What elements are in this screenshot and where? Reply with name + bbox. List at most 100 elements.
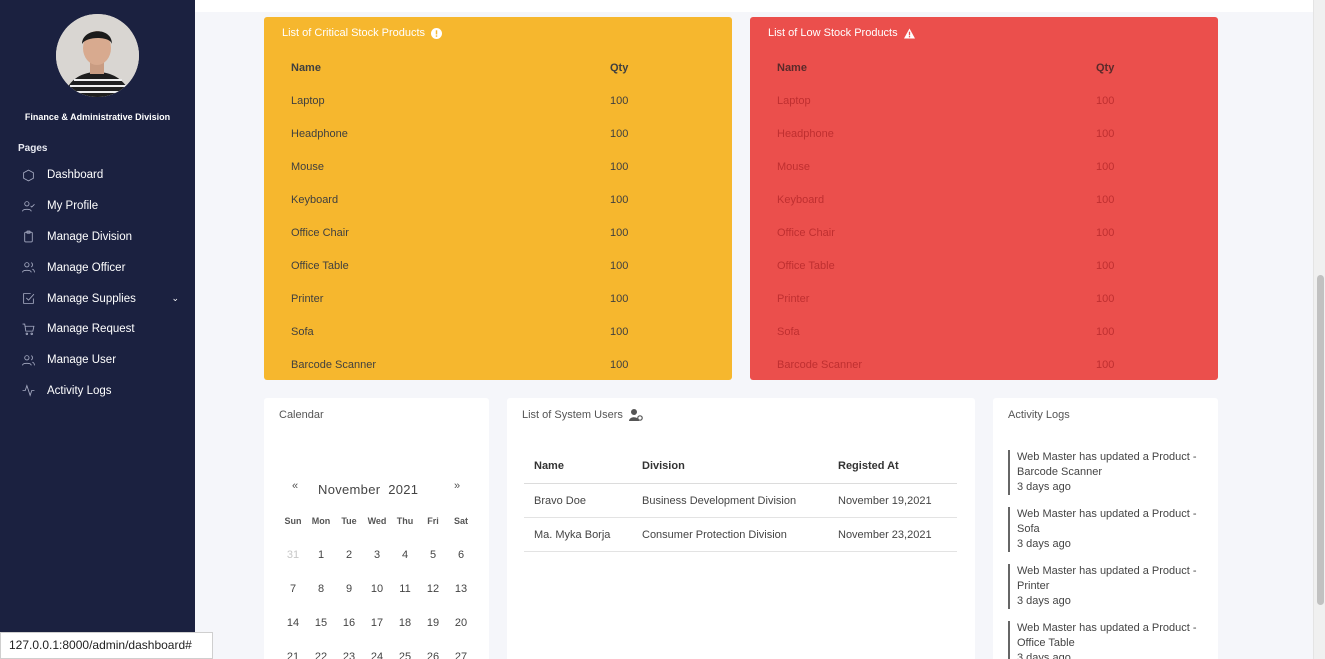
table-row: Printer 100 [291,282,711,315]
product-qty: 100 [1096,226,1115,239]
calendar-day[interactable]: 1 [307,549,335,561]
user-check-icon [21,199,35,213]
critical-stock-table: Name Qty Laptop 100 Headphone 100 Mouse 100… [291,51,711,381]
chevron-down-icon[interactable]: ⌄ [171,293,179,304]
product-name: Office Chair [291,226,349,239]
calendar-day[interactable]: 31 [279,549,307,561]
column-header-registered: Registed At [838,460,899,472]
sidebar-item-manage-request[interactable]: Manage Request [0,314,195,345]
product-qty: 100 [1096,127,1115,140]
sidebar-item-dashboard[interactable]: Dashboard [0,160,195,191]
weekday-label: Sun [284,516,302,526]
calendar-day[interactable]: 9 [335,583,363,595]
calendar-week: 14 15 16 17 18 19 20 [279,606,475,640]
calendar-day[interactable]: 25 [391,651,419,659]
hexagon-icon [21,168,35,182]
calendar-day[interactable]: 4 [391,549,419,561]
calendar-day[interactable]: 12 [419,583,447,595]
calendar-day[interactable]: 13 [447,583,475,595]
product-qty: 100 [610,226,629,239]
product-name: Laptop [777,94,811,107]
card-title: List of System Users [522,409,623,421]
user-registered-at: November 23,2021 [838,528,932,541]
product-qty: 100 [610,292,629,305]
calendar-day[interactable]: 14 [279,617,307,629]
sidebar-item-label: Manage User [47,354,117,367]
calendar-day[interactable]: 22 [307,651,335,659]
critical-stock-card: List of Critical Stock Products Name Qty… [264,17,732,380]
calendar-header: « November 2021 » [264,480,489,498]
column-header-name: Name [534,460,564,472]
system-users-card: List of System Users Name Division Regis… [507,398,975,659]
calendar-day[interactable]: 6 [447,549,475,561]
warning-icon [903,27,915,39]
user-division: Business Development Division [642,494,797,507]
list-item: Web Master has updated a Product - Sofa … [1008,507,1208,552]
calendar-day[interactable]: 16 [335,617,363,629]
calendar-weeks: 31 1 2 3 4 5 6 7 8 9 10 11 12 13 14 15 1… [279,538,475,659]
calendar-day[interactable]: 8 [307,583,335,595]
calendar-next-button[interactable]: » [454,480,460,492]
product-name: Mouse [291,160,325,173]
pages-section-label: Pages [18,143,48,154]
calendar-day[interactable]: 11 [391,583,419,595]
activity-icon [21,384,35,398]
calendar-day[interactable]: 19 [419,617,447,629]
weekday-label: Thu [396,516,414,526]
weekday-label: Mon [311,516,331,526]
product-name: Laptop [291,94,325,107]
scrollbar-thumb[interactable] [1317,275,1324,605]
calendar-day[interactable]: 5 [419,549,447,561]
product-qty: 100 [610,127,629,140]
sidebar-nav: Dashboard My Profile Manage Division Man… [0,160,195,406]
calendar-day[interactable]: 2 [335,549,363,561]
sidebar-item-manage-user[interactable]: Manage User [0,345,195,376]
sidebar-item-my-profile[interactable]: My Profile [0,191,195,222]
sidebar: Finance & Administrative Division Pages … [0,0,195,659]
table-header: Name Division Registed At [524,449,957,484]
calendar-day[interactable]: 21 [279,651,307,659]
product-name: Keyboard [291,193,339,206]
sidebar-item-activity-logs[interactable]: Activity Logs [0,376,195,407]
weekday-label: Wed [367,516,387,526]
sidebar-item-manage-division[interactable]: Manage Division [0,222,195,253]
product-name: Keyboard [777,193,825,206]
table-row: Office Chair 100 [777,216,1197,249]
table-row: Mouse 100 [291,150,711,183]
calendar-prev-button[interactable]: « [292,480,298,492]
critical-stock-title: List of Critical Stock Products [282,27,443,39]
list-item: Web Master has updated a Product - Print… [1008,564,1208,609]
calendar-day[interactable]: 7 [279,583,307,595]
product-qty: 100 [1096,193,1115,206]
calendar-day[interactable]: 26 [419,651,447,659]
calendar-day[interactable]: 23 [335,651,363,659]
calendar-day[interactable]: 15 [307,617,335,629]
calendar-day[interactable]: 20 [447,617,475,629]
page-scrollbar[interactable] [1313,0,1325,659]
calendar-day[interactable]: 24 [363,651,391,659]
avatar[interactable] [56,14,139,97]
calendar-grid: Sun Mon Tue Wed Thu Fri Sat 31 1 2 3 4 5… [279,516,475,659]
log-time: 3 days ago [1017,652,1071,659]
activity-logs-card: Activity Logs Web Master has updated a P… [993,398,1218,659]
calendar-day[interactable]: 27 [447,651,475,659]
table-row: Bravo Doe Business Development Division … [524,484,957,518]
sidebar-item-manage-supplies[interactable]: Manage Supplies ⌄ [0,283,195,314]
sidebar-item-manage-officer[interactable]: Manage Officer [0,252,195,283]
table-row: Ma. Myka Borja Consumer Protection Divis… [524,518,957,552]
calendar-day[interactable]: 18 [391,617,419,629]
table-row: Sofa 100 [777,315,1197,348]
calendar-day[interactable]: 3 [363,549,391,561]
table-row: Barcode Scanner 100 [777,348,1197,381]
table-row: Headphone 100 [291,117,711,150]
calendar-day[interactable]: 10 [363,583,391,595]
product-name: Mouse [777,160,811,173]
calendar-day[interactable]: 17 [363,617,391,629]
user-division: Consumer Protection Division [642,528,787,541]
users-icon [21,353,35,367]
column-header-qty: Qty [1096,61,1115,74]
top-navbar [195,0,1313,12]
log-text: Web Master has updated a Product - Offic… [1017,622,1197,649]
product-name: Office Table [291,259,349,272]
list-item: Web Master has updated a Product - Barco… [1008,450,1208,495]
